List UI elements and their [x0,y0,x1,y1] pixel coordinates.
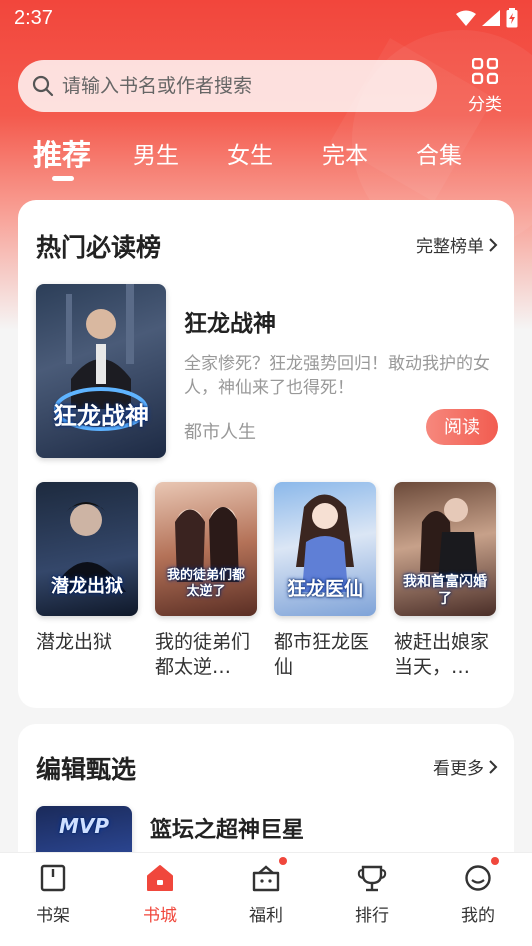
full-ranking-link[interactable]: 完整榜单 [416,232,498,257]
bookshelf-icon [40,864,66,892]
nav-bookstore[interactable]: 书城 [125,863,195,926]
tab-female[interactable]: 女生 [227,136,273,170]
featured-book-description: 全家惨死？狂龙强势回归！敢动我护的女人，神仙来了也得死！ [184,354,490,398]
nav-bookshelf[interactable]: 书架 [18,863,88,926]
nav-label: 福利 [249,906,283,926]
notification-dot [279,857,287,865]
category-label: 分类 [468,95,502,115]
nav-label: 排行 [355,906,389,926]
section-title: 热门必读榜 [36,233,162,262]
book-cover[interactable]: 我的徒弟们都太逆了 [155,482,257,616]
cover-title-text: 狂龙战神 [53,402,149,430]
chevron-right-icon [489,237,498,252]
tab-collection[interactable]: 合集 [416,136,462,170]
book-title[interactable]: 都市狂龙医仙 [274,630,380,680]
nav-label: 书城 [143,906,177,926]
cover-title-text: 我和首富闪婚了 [403,574,487,607]
tab-male[interactable]: 男生 [133,136,179,170]
trophy-icon [357,865,387,892]
chevron-right-icon [489,759,498,774]
book-cover[interactable]: 潜龙出狱 [36,482,138,616]
tab-completed[interactable]: 完本 [322,136,368,170]
book-title[interactable]: 潜龙出狱 [36,630,142,655]
book-title[interactable]: 我的徒弟们都太逆… [155,630,261,680]
nav-ranking[interactable]: 排行 [337,863,407,926]
featured-book-genre: 都市人生 [184,422,256,443]
cover-title-text: MVP [58,814,110,838]
featured-book-cover[interactable]: 狂龙战神 [36,284,166,458]
hot-ranking-card: 热门必读榜 完整榜单 狂龙战神 狂龙战神 全家惨死？狂龙强势回归！敢动我护的女人… [18,200,514,708]
channel-tabs: 推荐 男生 女生 完本 合集 [0,130,532,186]
wifi-icon [456,10,476,26]
status-icons [456,8,518,28]
nav-label: 书架 [36,906,70,926]
signal-icon [482,10,500,26]
bottom-navigation: 书架 书城 福利 排行 我的 [0,852,532,946]
book-title[interactable]: 篮坛之超神巨星 [150,812,304,844]
notification-dot [491,857,499,865]
category-button[interactable]: 分类 [458,57,512,116]
book-cover[interactable]: 狂龙医仙 [274,482,376,616]
grid-icon [471,57,499,85]
see-more-link[interactable]: 看更多 [433,754,498,779]
profile-icon [465,865,491,891]
read-button[interactable]: 阅读 [426,409,498,445]
cover-title-text: 狂龙医仙 [286,578,363,600]
bookstore-icon [147,865,173,891]
cover-art [54,284,148,431]
status-time: 2:37 [14,6,53,29]
active-tab-indicator [52,176,74,181]
nav-label: 我的 [461,906,495,926]
section-title: 编辑甄选 [36,755,137,784]
nav-profile[interactable]: 我的 [443,857,513,926]
cover-title-text: 我的徒弟们都太逆了 [166,568,245,599]
welfare-icon [252,865,280,892]
cover-title-text: 潜龙出狱 [51,576,123,597]
nav-welfare[interactable]: 福利 [231,857,301,926]
book-title[interactable]: 被赶出娘家当天，… [394,630,500,680]
search-input[interactable] [62,75,402,97]
status-bar: 2:37 [0,0,532,36]
book-cover[interactable]: 我和首富闪婚了 [394,482,496,616]
more-label: 完整榜单 [416,237,484,257]
battery-icon [506,8,518,28]
more-label: 看更多 [433,759,484,779]
featured-book-title[interactable]: 狂龙战神 [184,304,276,338]
search-bar[interactable] [18,60,437,112]
tab-recommend[interactable]: 推荐 [33,132,91,174]
search-icon [32,75,54,97]
